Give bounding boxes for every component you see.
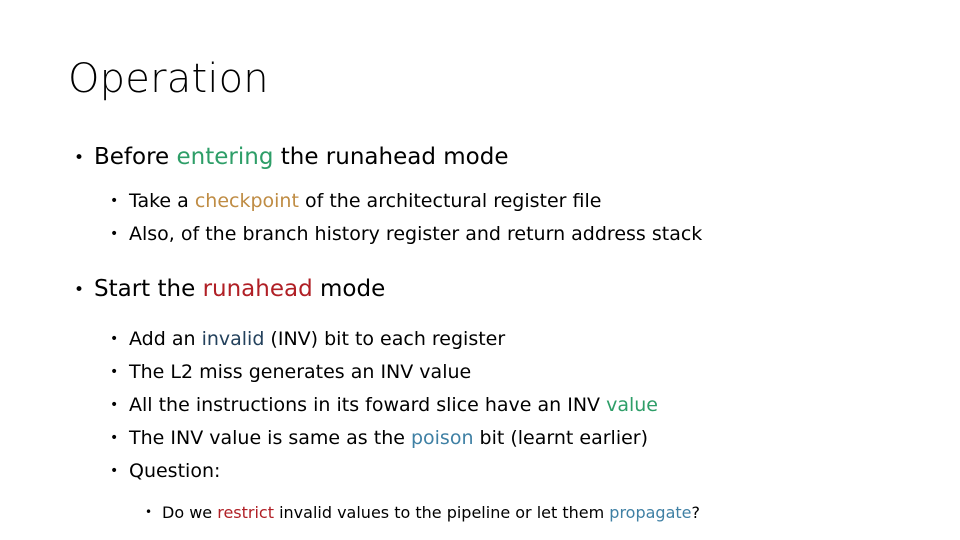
text-segment: the runahead mode	[273, 144, 509, 170]
bullet-forward-slice: • All the instructions in its foward sli…	[0, 390, 960, 423]
highlight-runahead: runahead	[202, 276, 313, 302]
highlight-invalid: invalid	[201, 328, 265, 350]
highlight-value: value	[606, 394, 658, 416]
text-segment: The INV value is same as the	[129, 427, 411, 449]
bullet-also-branch-history: • Also, of the branch history register a…	[0, 219, 960, 252]
text-segment: Before	[94, 144, 177, 170]
text-segment: bit (learnt earlier)	[473, 427, 649, 449]
bullet-poison-bit-text: The INV value is same as the poison bit …	[129, 423, 648, 454]
bullet-marker-icon: •	[110, 331, 119, 347]
highlight-checkpoint: checkpoint	[194, 190, 299, 212]
bullet-restrict-or-propagate: • Do we restrict invalid values to the p…	[0, 500, 960, 527]
highlight-poison: poison	[410, 427, 474, 449]
bullet-marker-icon: •	[110, 430, 119, 446]
sublist-question: • Do we restrict invalid values to the p…	[0, 500, 960, 527]
bullet-start-runahead: • Start the runahead mode	[0, 272, 960, 308]
slide-canvas: Operation • Before entering the runahead…	[0, 0, 960, 540]
highlight-propagate: propagate	[609, 503, 692, 522]
bullet-marker-icon: •	[110, 397, 119, 413]
page-title: Operation	[68, 56, 269, 102]
text-segment: (INV) bit to each register	[264, 328, 506, 350]
text-segment: Take a	[129, 190, 195, 212]
text-segment: Start the	[94, 276, 203, 302]
bullet-l2-miss-text: The L2 miss generates an INV value	[129, 361, 472, 383]
bullet-take-checkpoint-text: Take a checkpoint of the architectural r…	[129, 186, 601, 217]
bullet-also-branch-history-text: Also, of the branch history register and…	[129, 223, 703, 245]
text-segment: Do we	[162, 503, 218, 522]
bullet-l2-miss: • The L2 miss generates an INV value	[0, 357, 960, 390]
sublist-before-entering: • Take a checkpoint of the architectural…	[0, 186, 960, 252]
bullet-marker-icon: •	[110, 193, 119, 209]
text-segment: Add an	[129, 328, 202, 350]
text-segment: mode	[312, 276, 386, 302]
text-segment: All the instructions in its foward slice…	[129, 394, 607, 416]
bullet-poison-bit: • The INV value is same as the poison bi…	[0, 423, 960, 456]
bullet-before-entering-text: Before entering the runahead mode	[94, 140, 508, 174]
text-segment: invalid values to the pipeline or let th…	[274, 503, 610, 522]
bullet-add-invalid-bit-text: Add an invalid (INV) bit to each registe…	[129, 324, 505, 355]
bullet-forward-slice-text: All the instructions in its foward slice…	[129, 390, 658, 421]
bullet-marker-icon: •	[74, 148, 85, 168]
bullet-question: • Question:	[0, 456, 960, 489]
bullet-marker-icon: •	[110, 364, 119, 380]
bullet-marker-icon: •	[74, 280, 85, 300]
bullet-before-entering: • Before entering the runahead mode	[0, 140, 960, 176]
text-segment: ?	[691, 503, 701, 522]
bullet-marker-icon: •	[110, 226, 119, 242]
sublist-start-runahead: • Add an invalid (INV) bit to each regis…	[0, 324, 960, 489]
bullet-marker-icon: •	[110, 463, 119, 479]
text-segment: of the architectural register file	[298, 190, 602, 212]
bullet-take-checkpoint: • Take a checkpoint of the architectural…	[0, 186, 960, 219]
slide-body: • Before entering the runahead mode • Ta…	[0, 140, 960, 527]
highlight-entering: entering	[176, 144, 274, 170]
bullet-start-runahead-text: Start the runahead mode	[94, 272, 385, 306]
bullet-marker-icon: •	[145, 505, 153, 519]
bullet-add-invalid-bit: • Add an invalid (INV) bit to each regis…	[0, 324, 960, 357]
bullet-restrict-or-propagate-text: Do we restrict invalid values to the pip…	[162, 500, 700, 526]
bullet-question-text: Question:	[129, 460, 221, 482]
highlight-restrict: restrict	[217, 503, 274, 522]
